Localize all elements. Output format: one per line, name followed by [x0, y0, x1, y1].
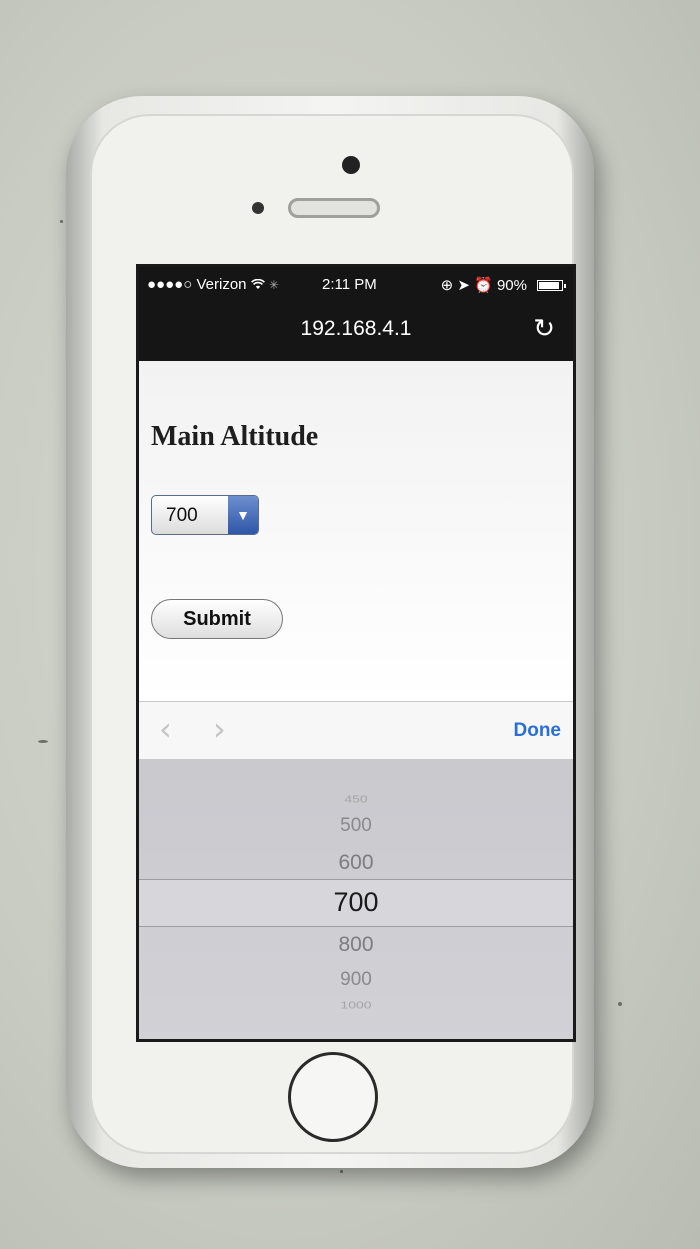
keyboard-accessory-toolbar: ‹ › Done — [139, 701, 573, 759]
wall-speck — [60, 220, 63, 223]
battery-percent: 90% — [496, 277, 527, 294]
proximity-sensor — [252, 202, 264, 214]
status-bar: ●●●●○ Verizon ✳ 2:11 PM ⊕ ➤ ⏰ 90% — [139, 267, 573, 303]
battery-fill — [539, 282, 559, 289]
url-text[interactable]: 192.168.4.1 — [139, 317, 573, 341]
activity-spinner-icon: ✳ — [268, 278, 279, 292]
altitude-select-value[interactable]: 700 — [166, 505, 198, 527]
picker-option[interactable]: 800 — [139, 933, 573, 957]
picker-option[interactable]: 1000 — [139, 999, 573, 1010]
submit-button[interactable]: Submit — [151, 599, 283, 639]
status-time: 2:11 PM — [322, 276, 377, 293]
status-indicators: ⊕ ➤ ⏰ 90% — [441, 276, 527, 294]
battery-icon — [537, 280, 566, 291]
wall-speck — [38, 740, 48, 743]
picker-option[interactable]: 900 — [139, 969, 573, 991]
carrier-signal: ●●●●○ Verizon ✳ — [147, 276, 279, 293]
home-button[interactable] — [288, 1052, 378, 1142]
wall-speck — [340, 1170, 343, 1173]
picker-option[interactable]: 450 — [139, 793, 573, 804]
next-field-icon[interactable]: › — [213, 710, 226, 748]
earpiece-speaker — [288, 198, 380, 218]
phone-body: ●●●●○ Verizon ✳ 2:11 PM ⊕ ➤ ⏰ 90% 192.16… — [66, 96, 594, 1168]
web-page-content: Main Altitude 700 ▼ Submit — [139, 361, 573, 701]
previous-field-icon[interactable]: ‹ — [159, 710, 172, 748]
page-title: Main Altitude — [151, 421, 319, 452]
altitude-picker-wheel[interactable]: 450 500 600 700 800 900 1000 — [139, 759, 573, 1039]
carrier-label: ●●●●○ Verizon — [147, 276, 247, 293]
reload-icon[interactable]: ↻ — [533, 313, 555, 344]
picker-option-selected[interactable]: 700 — [139, 887, 573, 918]
status-indicator-icons: ⊕ ➤ ⏰ — [440, 277, 493, 294]
phone-screen: ●●●●○ Verizon ✳ 2:11 PM ⊕ ➤ ⏰ 90% 192.16… — [136, 264, 576, 1042]
phone-face: ●●●●○ Verizon ✳ 2:11 PM ⊕ ➤ ⏰ 90% 192.16… — [90, 114, 576, 1154]
browser-url-bar[interactable]: 192.168.4.1 ↻ — [139, 303, 573, 361]
wifi-icon — [250, 276, 269, 293]
altitude-select[interactable]: 700 ▼ — [151, 495, 259, 535]
dropdown-arrow-icon[interactable]: ▼ — [228, 496, 258, 534]
done-button[interactable]: Done — [514, 720, 562, 742]
picker-option[interactable]: 600 — [139, 851, 573, 875]
wall-speck — [618, 1002, 622, 1006]
front-camera — [342, 156, 360, 174]
picker-option[interactable]: 500 — [139, 815, 573, 837]
